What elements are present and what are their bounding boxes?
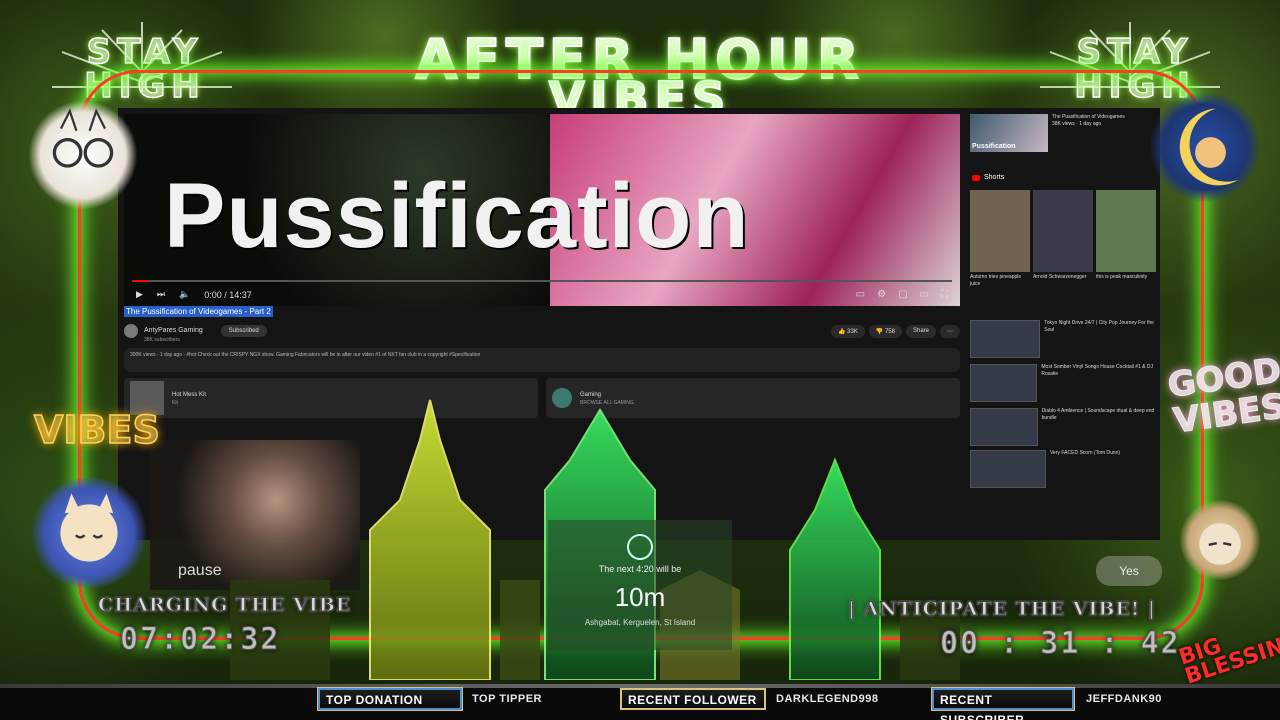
sleeping-cat-icon [30,478,148,588]
recent-subscriber-label: RECENT SUBSCRIBER [932,688,1074,720]
top-donation-label: TOP DONATION [318,688,462,710]
next-420-minutes: 10m [614,582,666,612]
pause-text: pause [178,562,222,579]
next-420-places: Ashgabat, Kerguelen, St Island [584,618,696,627]
next-420-text: The next 4:20 will be [598,564,682,574]
cat-glasses-icon [28,100,138,210]
clock-icon [627,534,653,560]
countdown-left-time: 07:02:32 [120,622,281,658]
recent-follower-name: DARKLEGEND998 [776,693,879,705]
stream-ticker: TOP DONATION TOP TIPPER RECENT FOLLOWER … [0,684,1280,720]
good-vibes-badge: GOOD VIBES [1165,350,1280,442]
countdown-left-label: CHARGING THE VIBE [97,594,352,617]
countdown-right-label: | ANTICIPATE THE VIBE! | [848,598,1156,621]
top-tipper-label: TOP TIPPER [472,693,543,705]
yes-button[interactable]: Yes [1096,556,1162,586]
recent-subscriber-name: JEFFDANK90 [1086,693,1162,705]
recent-follower-label: RECENT FOLLOWER [620,688,766,710]
grumpy-cat-icon [1180,500,1260,580]
countdown-right-time: 00 : 31 : 42 [940,626,1181,662]
weather-popup: The next 4:20 will be 10m Ashgabat, Kerg… [548,520,732,650]
moon-cat-icon [1150,92,1260,202]
vibes-badge: VIBES [33,407,160,453]
